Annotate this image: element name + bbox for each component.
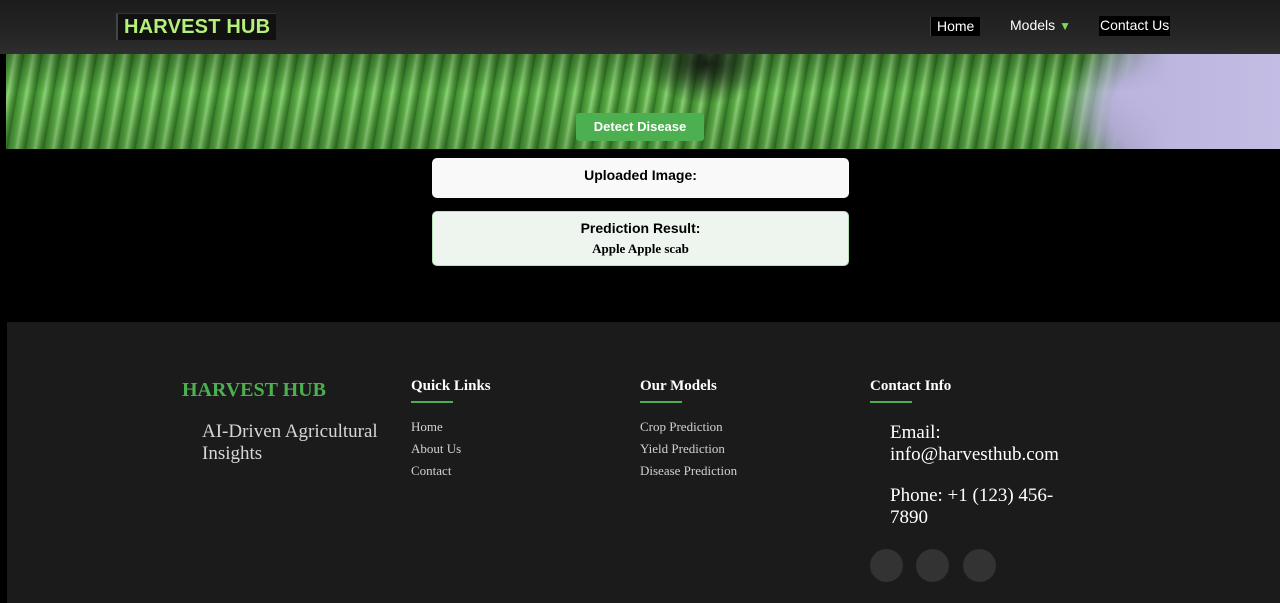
contact-email: Email: info@harvesthub.com: [890, 422, 1059, 465]
site-logo[interactable]: HARVEST HUB: [116, 13, 277, 40]
social-icon[interactable]: [916, 549, 949, 582]
navbar: HARVEST HUB Home Models ▼ Contact Us: [0, 0, 1280, 54]
footer-link-contact[interactable]: Contact: [411, 460, 461, 482]
nav-contact-link[interactable]: Contact Us: [1099, 16, 1171, 36]
our-models-title: Our Models: [640, 378, 717, 403]
quick-links-title: Quick Links: [411, 378, 491, 403]
our-models-list: Crop Prediction Yield Prediction Disease…: [640, 416, 737, 482]
social-icon[interactable]: [963, 549, 996, 582]
chevron-down-icon: ▼: [1059, 19, 1072, 33]
nav-home-link[interactable]: Home: [930, 17, 981, 36]
footer-tagline: AI-Driven Agricultural Insights: [202, 421, 378, 464]
footer-link-about[interactable]: About Us: [411, 438, 461, 460]
nav-models-dropdown[interactable]: Models ▼: [1010, 16, 1071, 35]
prediction-result-title: Prediction Result:: [580, 220, 701, 236]
nav-models-label: Models: [1010, 17, 1056, 33]
uploaded-image-title: Uploaded Image:: [584, 167, 697, 183]
prediction-result-card: Prediction Result: Apple Apple scab: [432, 211, 849, 266]
footer: HARVEST HUB AI-Driven Agricultural Insig…: [7, 322, 1280, 603]
detect-disease-button[interactable]: Detect Disease: [576, 113, 704, 141]
quick-links-list: Home About Us Contact: [411, 416, 461, 482]
social-icon[interactable]: [870, 549, 903, 582]
contact-phone: Phone: +1 (123) 456-7890: [890, 485, 1054, 528]
uploaded-image-card: Uploaded Image:: [432, 158, 849, 198]
footer-brand: HARVEST HUB: [182, 379, 326, 401]
footer-link-crop-prediction[interactable]: Crop Prediction: [640, 416, 737, 438]
prediction-result-value: Apple Apple scab: [592, 241, 689, 256]
footer-link-disease-prediction[interactable]: Disease Prediction: [640, 460, 737, 482]
footer-link-home[interactable]: Home: [411, 416, 461, 438]
contact-info-title: Contact Info: [870, 378, 952, 403]
footer-link-yield-prediction[interactable]: Yield Prediction: [640, 438, 737, 460]
